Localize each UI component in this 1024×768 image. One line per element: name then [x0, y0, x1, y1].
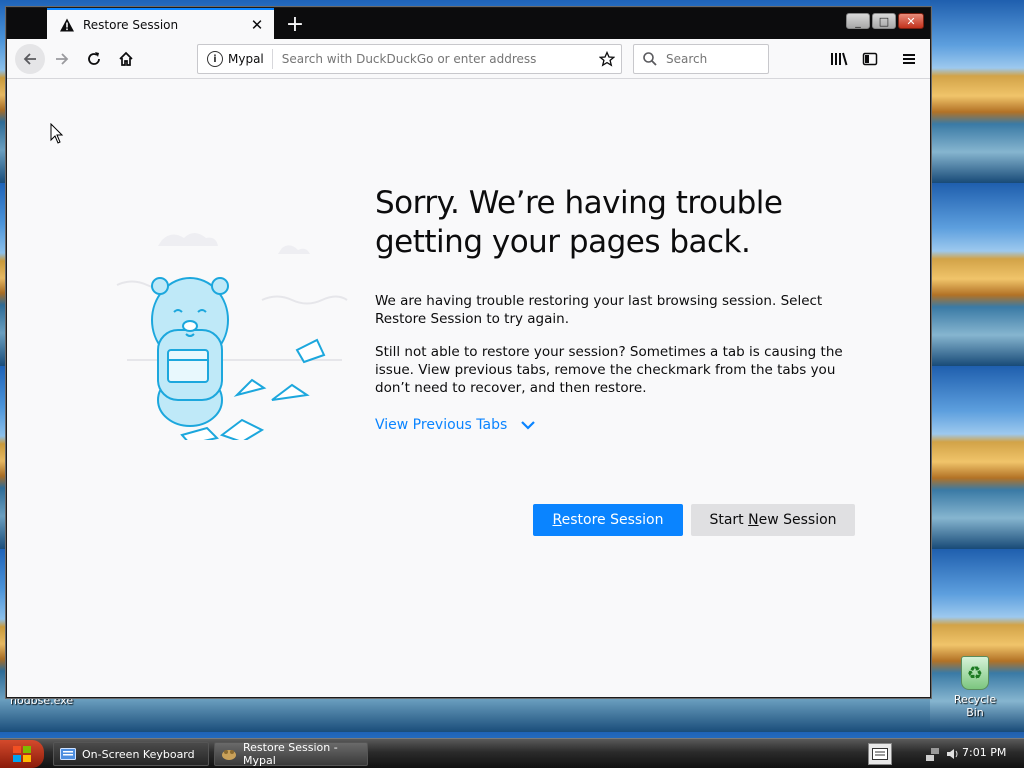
taskbar-item-on-screen-keyboard[interactable]: On-Screen Keyboard — [53, 742, 209, 766]
warning-icon — [59, 17, 75, 33]
navigation-toolbar: i Mypal — [7, 39, 930, 79]
page-title: Sorry. We’re having trouble getting your… — [375, 185, 783, 260]
restore-session-button[interactable]: Restore Session — [533, 504, 683, 536]
forward-arrow-icon — [56, 53, 69, 65]
forward-button[interactable] — [47, 44, 77, 74]
search-input[interactable] — [666, 52, 762, 66]
start-new-session-button[interactable]: Start New Session — [691, 504, 855, 536]
identity-label[interactable]: Mypal — [228, 49, 273, 69]
tab-title: Restore Session — [83, 17, 179, 32]
taskbar-item-label: Restore Session - Mypal — [243, 741, 338, 767]
desktop-wallpaper-strip — [930, 0, 1024, 738]
page-content: Sorry. We’re having trouble getting your… — [7, 80, 930, 697]
hamburger-menu-icon[interactable] — [897, 47, 921, 71]
search-icon — [643, 52, 657, 66]
start-button[interactable] — [0, 740, 44, 768]
taskbar-item-label: On-Screen Keyboard — [82, 747, 195, 761]
windows-logo-icon — [13, 746, 31, 762]
sad-bear-illustration-icon — [116, 233, 348, 440]
volume-icon[interactable] — [945, 746, 961, 762]
desktop-icon-recycle-bin[interactable]: ♻ Recycle Bin — [944, 656, 1006, 719]
search-box[interactable] — [633, 44, 769, 74]
library-icon[interactable] — [827, 47, 851, 71]
error-long-description: Still not able to restore your session? … — [375, 344, 843, 396]
system-tray — [925, 746, 961, 762]
tab-restore-session[interactable]: Restore Session ✕ — [47, 8, 274, 39]
view-previous-tabs-label: View Previous Tabs — [375, 417, 508, 433]
start-new-session-label: Start New Session — [709, 512, 837, 528]
maximize-button[interactable]: □ — [872, 13, 896, 29]
site-info-icon[interactable]: i — [207, 51, 223, 67]
chevron-down-icon — [521, 421, 536, 430]
home-icon — [119, 51, 133, 66]
taskbar-clock[interactable]: 7:01 PM — [962, 746, 1006, 759]
taskbar: On-Screen Keyboard Restore Session - Myp… — [0, 738, 1024, 768]
bookmark-star-icon[interactable] — [593, 51, 621, 67]
recycle-bin-label: Recycle Bin — [953, 693, 997, 719]
window-controls: _ □ ✕ — [846, 13, 924, 29]
browser-window: Restore Session ✕ + _ □ ✕ i Mypal Search… — [6, 7, 931, 698]
error-description: We are having trouble restoring your las… — [375, 293, 823, 327]
back-button[interactable] — [15, 44, 45, 74]
back-arrow-icon — [23, 53, 36, 65]
close-button[interactable]: ✕ — [898, 13, 924, 29]
touch-keyboard-tray-icon[interactable] — [868, 743, 892, 765]
address-input[interactable] — [281, 52, 593, 66]
home-button[interactable] — [111, 44, 141, 74]
address-bar[interactable]: i Mypal — [197, 44, 622, 74]
mypal-icon — [221, 747, 237, 761]
reload-button[interactable] — [79, 44, 109, 74]
recycle-bin-icon: ♻ — [961, 656, 989, 690]
reload-icon — [88, 52, 100, 65]
restore-session-label: Restore Session — [552, 512, 664, 528]
network-icon[interactable] — [925, 746, 941, 762]
tab-strip: Restore Session ✕ + _ □ ✕ — [7, 8, 930, 39]
keyboard-icon — [60, 747, 76, 761]
sidebar-toggle-icon[interactable] — [858, 47, 882, 71]
tab-close-icon[interactable]: ✕ — [246, 14, 268, 36]
minimize-button[interactable]: _ — [846, 13, 870, 29]
view-previous-tabs-link[interactable]: View Previous Tabs — [375, 417, 536, 433]
taskbar-item-restore-session-mypal[interactable]: Restore Session - Mypal — [214, 741, 368, 767]
mouse-cursor-icon — [50, 123, 64, 144]
new-tab-button[interactable]: + — [282, 11, 308, 37]
